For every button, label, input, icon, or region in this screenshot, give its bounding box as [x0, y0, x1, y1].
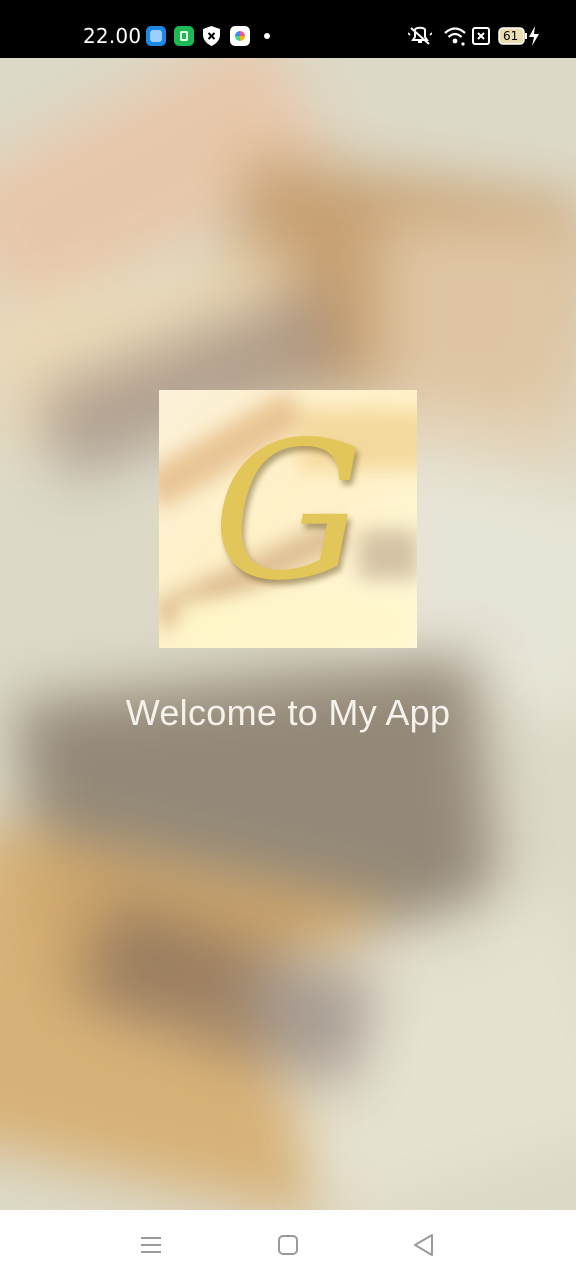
- mute-icon: [408, 26, 432, 45]
- charging-icon: [529, 26, 539, 46]
- home-button[interactable]: [270, 1230, 306, 1260]
- screen-record-icon: [472, 27, 490, 45]
- app-notification-icon-green: [174, 26, 194, 46]
- battery-level-text: 61: [503, 29, 519, 43]
- recent-apps-button[interactable]: [133, 1230, 169, 1260]
- status-bar: 22.00 61: [0, 0, 576, 58]
- status-time: 22.00: [83, 24, 142, 48]
- shield-icon: [203, 26, 220, 46]
- logo-letter: G: [212, 401, 364, 622]
- app-notification-icon: [146, 26, 166, 46]
- notification-dot-icon: [264, 33, 270, 39]
- back-button[interactable]: [406, 1230, 442, 1260]
- wifi-icon: [444, 27, 466, 46]
- navigation-bar: [0, 1210, 576, 1280]
- app-notification-icon-colorful: [230, 26, 250, 46]
- app-logo: G: [159, 390, 417, 648]
- welcome-text: Welcome to My App: [125, 692, 451, 733]
